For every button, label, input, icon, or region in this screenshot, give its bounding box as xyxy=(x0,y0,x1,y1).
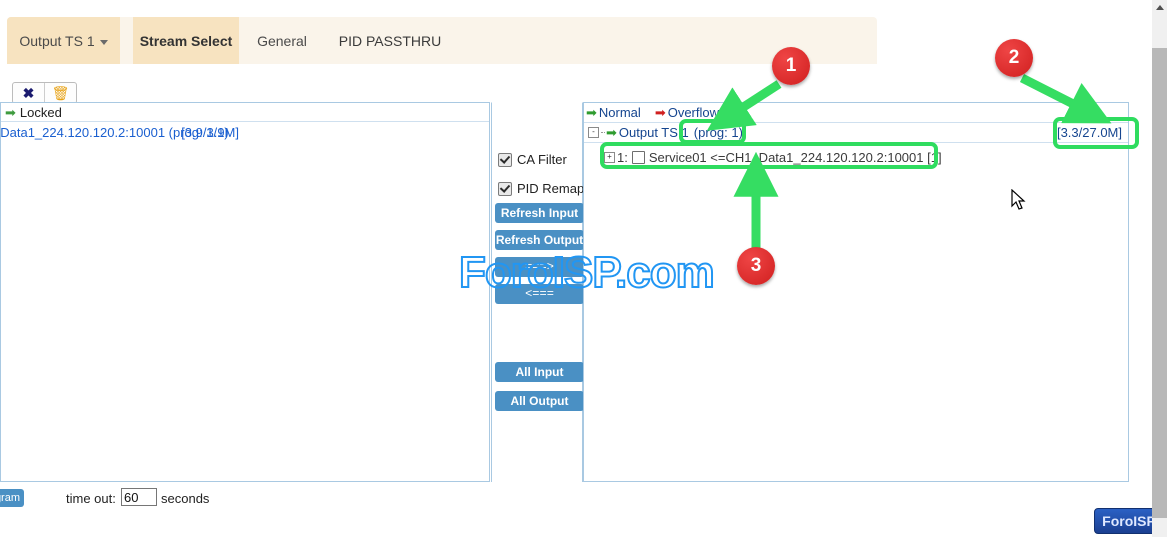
annotation-badge-2-number: 2 xyxy=(1008,47,1020,68)
locked-group-row[interactable]: ➡ Locked xyxy=(1,103,489,122)
all-output-label: All Output xyxy=(510,394,569,408)
move-left-label: <=== xyxy=(525,287,554,301)
move-right-label: ===> xyxy=(525,260,554,274)
program-button-label: gram xyxy=(0,492,20,504)
tab-pid-passthru-label: PID PASSTHRU xyxy=(338,32,442,49)
legend: ➡ Normal ➡ Overflow xyxy=(586,104,719,121)
refresh-output-label: Refresh Output xyxy=(495,233,584,247)
move-right-button[interactable]: ===> xyxy=(495,257,584,277)
ca-filter-checkbox[interactable]: CA Filter xyxy=(498,152,567,167)
vertical-scrollbar[interactable] xyxy=(1152,0,1167,537)
ca-filter-label: CA Filter xyxy=(517,152,567,167)
tab-general-label: General xyxy=(257,32,307,49)
timeout-label: time out: xyxy=(66,491,116,506)
tab-general[interactable]: General xyxy=(239,17,325,64)
collapse-expander-icon[interactable]: - xyxy=(588,127,599,138)
legend-overflow-label: Overflow xyxy=(667,105,720,120)
tab-strip: Output TS 1 Stream Select General PID PA… xyxy=(7,17,877,64)
close-x-icon: ✖ xyxy=(22,85,35,101)
all-input-label: All Input xyxy=(515,365,564,379)
input-stream-bitrate: [3.9/3.9M] xyxy=(181,125,239,140)
mouse-cursor-icon xyxy=(1011,189,1026,210)
input-stream-row[interactable]: _Data1_224.120.120.2:10001 (prog: 1/1) [… xyxy=(1,124,489,143)
arrow-right-green-icon: ➡ xyxy=(606,124,617,140)
refresh-input-button[interactable]: Refresh Input xyxy=(495,203,584,223)
scrollbar-thumb[interactable] xyxy=(1152,48,1167,518)
checkbox-checked-icon xyxy=(498,181,512,196)
refresh-input-label: Refresh Input xyxy=(500,206,579,220)
all-input-button[interactable]: All Input xyxy=(495,362,584,382)
chevron-down-icon xyxy=(99,40,108,45)
all-output-button[interactable]: All Output xyxy=(495,391,584,411)
list-toolbar: ✖ 🗑 xyxy=(12,82,77,104)
center-controls-panel: CA Filter PID Remap Refresh Input Refres… xyxy=(491,102,584,482)
service-node[interactable]: + 1: Service01 <=CH1_Data1_224.120.120.2… xyxy=(604,148,942,167)
legend-normal-label: Normal xyxy=(598,105,641,120)
program-button[interactable]: gram xyxy=(0,489,24,507)
output-ts-node[interactable]: - ➡ Output TS 1 (prog: 1) xyxy=(588,123,743,142)
pid-remap-checkbox[interactable]: PID Remap xyxy=(498,181,584,196)
locked-group-label: Locked xyxy=(19,104,62,120)
seconds-label: seconds xyxy=(161,491,210,506)
clear-all-button[interactable]: 🗑 xyxy=(44,83,76,103)
annotation-badge-3-number: 3 xyxy=(750,255,762,276)
service-node-index: 1: xyxy=(617,150,628,165)
annotation-badge-2: 2 xyxy=(995,39,1033,77)
annotation-badge-3: 3 xyxy=(737,247,775,285)
move-left-button[interactable]: <=== xyxy=(495,284,584,304)
scroll-up-arrow-icon[interactable] xyxy=(1152,0,1167,15)
tab-output-ts-1[interactable]: Output TS 1 xyxy=(7,17,120,64)
output-ts-node-label: Output TS 1 xyxy=(618,125,689,140)
output-ts-node-prog: (prog: 1) xyxy=(693,125,743,140)
refresh-output-button[interactable]: Refresh Output xyxy=(495,230,584,250)
service-node-label: Service01 <=CH1_Data1_224.120.120.2:1000… xyxy=(648,150,942,165)
tab-pid-passthru[interactable]: PID PASSTHRU xyxy=(325,17,455,64)
tab-stream-select[interactable]: Stream Select xyxy=(133,17,239,64)
tab-output-ts-1-label: Output TS 1 xyxy=(19,32,95,49)
annotation-badge-1: 1 xyxy=(772,47,810,85)
tab-stream-select-label: Stream Select xyxy=(139,32,233,49)
output-tree-panel[interactable]: ➡ Normal ➡ Overflow - ➡ Output TS 1 (pro… xyxy=(583,102,1129,482)
brand-button-label: ForoISP xyxy=(1102,513,1156,529)
trash-icon: 🗑 xyxy=(51,85,70,101)
arrow-right-red-icon: ➡ xyxy=(654,104,666,120)
expand-expander-icon[interactable]: + xyxy=(604,152,615,163)
timeout-input[interactable] xyxy=(121,488,157,506)
delete-button[interactable]: ✖ xyxy=(13,83,44,103)
arrow-right-green-icon: ➡ xyxy=(586,104,597,120)
tree-connector xyxy=(601,132,605,133)
service-enable-checkbox[interactable] xyxy=(631,151,645,164)
input-list-panel[interactable]: ➡ Locked _Data1_224.120.120.2:10001 (pro… xyxy=(0,102,490,482)
pid-remap-label: PID Remap xyxy=(517,181,585,196)
checkbox-checked-icon xyxy=(498,152,512,167)
annotation-badge-1-number: 1 xyxy=(785,55,797,76)
output-ts-bitrate: [3.3/27.0M] xyxy=(1056,125,1122,140)
arrow-right-icon: ➡ xyxy=(5,104,16,120)
